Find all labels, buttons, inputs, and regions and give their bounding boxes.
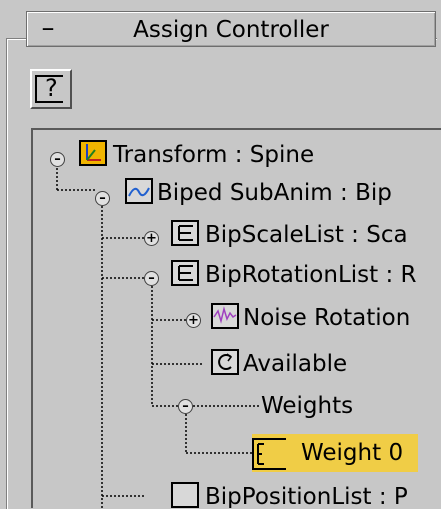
- collapse-weights-icon[interactable]: –: [178, 399, 193, 414]
- noise-controller-icon: [211, 303, 239, 329]
- tree-node-bipscalelist[interactable]: BipScaleList : Sca: [205, 220, 408, 250]
- tree-node-bippositionlist[interactable]: BipPositionList : P: [205, 482, 408, 508]
- tree-node-weight-0[interactable]: Weight 0: [301, 438, 403, 468]
- tree-node-biped-subanim[interactable]: Biped SubAnim : Bip: [157, 178, 392, 208]
- available-icon: [211, 349, 239, 375]
- collapse-biprotationlist-icon[interactable]: –: [144, 271, 159, 286]
- list-controller-icon: [171, 220, 199, 246]
- tree-node-weights[interactable]: Weights: [261, 391, 353, 421]
- expand-bipscalelist-icon[interactable]: +: [144, 231, 159, 246]
- tree-node-biprotationlist[interactable]: BipRotationList : R: [205, 260, 417, 290]
- collapse-biped-subanim-icon[interactable]: –: [95, 191, 110, 206]
- list-controller-icon: [171, 482, 199, 508]
- rollout-title[interactable]: Assign Controller: [27, 17, 435, 43]
- tree-node-available[interactable]: Available: [243, 349, 347, 379]
- help-button[interactable]: ?: [30, 69, 72, 109]
- transform-controller-icon: [79, 140, 107, 166]
- list-controller-icon: [171, 260, 199, 286]
- rollout-header[interactable]: – Assign Controller: [26, 11, 436, 47]
- tree-node-transform[interactable]: Transform : Spine: [113, 140, 314, 170]
- curve-controller-icon: [125, 178, 153, 204]
- collapse-transform-icon[interactable]: –: [50, 152, 65, 167]
- help-icon: ?: [35, 74, 63, 103]
- help-glyph: ?: [45, 74, 58, 102]
- expand-noise-rotation-icon[interactable]: +: [186, 313, 201, 328]
- tree-node-noise-rotation[interactable]: Noise Rotation: [243, 303, 410, 333]
- controller-tree[interactable]: – Transform : Spine – Biped SubAnim : Bi…: [31, 128, 441, 508]
- weight-controller-icon: [252, 438, 286, 470]
